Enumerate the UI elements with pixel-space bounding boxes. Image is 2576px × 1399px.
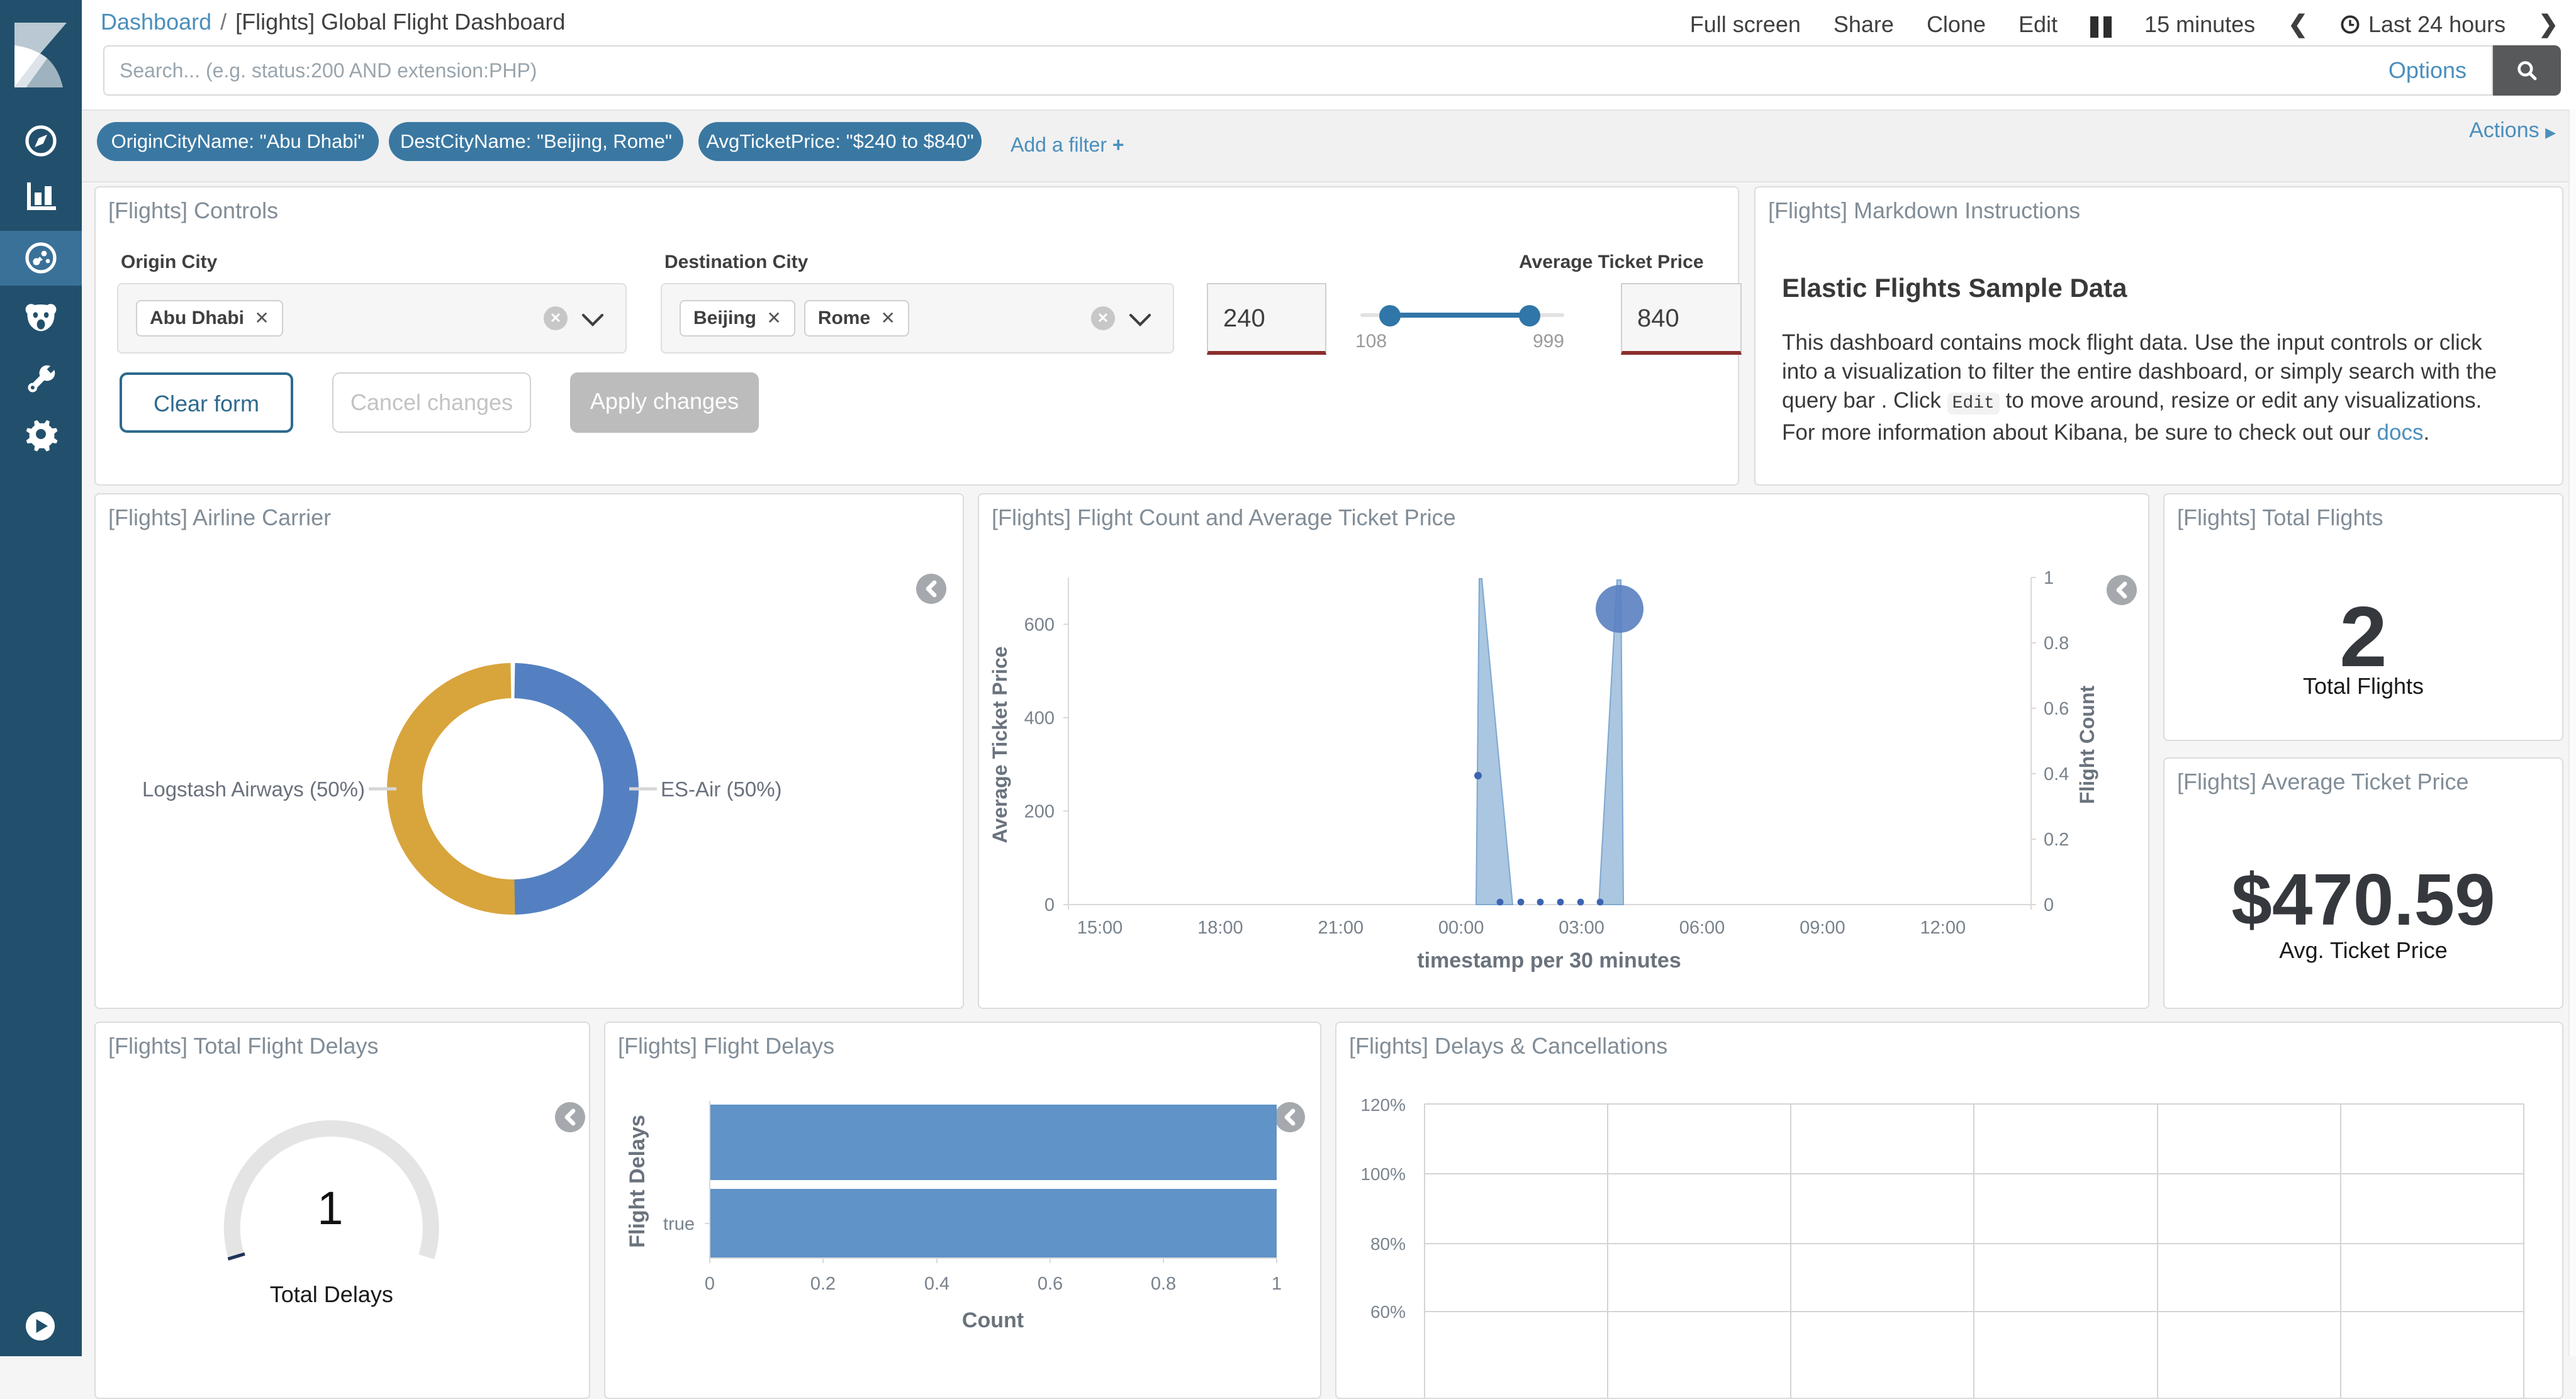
svg-text:0.8: 0.8 [2044, 633, 2069, 654]
svg-text:09:00: 09:00 [1800, 918, 1845, 938]
svg-text:0: 0 [1044, 895, 1055, 915]
svg-text:0.2: 0.2 [2044, 830, 2069, 850]
svg-text:timestamp per 30 minutes: timestamp per 30 minutes [1417, 949, 1681, 973]
svg-text:Flight Delays: Flight Delays [625, 1115, 649, 1248]
svg-text:200: 200 [1024, 801, 1055, 822]
svg-text:Total Delays: Total Delays [270, 1281, 393, 1307]
svg-text:Count: Count [962, 1308, 1024, 1332]
svg-text:1: 1 [317, 1182, 343, 1234]
svg-text:1: 1 [2044, 568, 2054, 588]
svg-text:18:00: 18:00 [1197, 918, 1243, 938]
svg-text:00:00: 00:00 [1438, 918, 1484, 938]
svg-text:0: 0 [705, 1274, 715, 1294]
svg-text:Average Ticket Price: Average Ticket Price [988, 646, 1011, 843]
svg-text:06:00: 06:00 [1679, 918, 1725, 938]
svg-text:0.2: 0.2 [810, 1274, 836, 1294]
svg-text:1: 1 [1272, 1274, 1282, 1294]
svg-text:120%: 120% [1360, 1095, 1406, 1115]
svg-text:600: 600 [1024, 615, 1055, 635]
svg-text:80%: 80% [1370, 1234, 1406, 1254]
svg-text:100%: 100% [1360, 1164, 1406, 1184]
svg-text:0.4: 0.4 [2044, 764, 2069, 784]
svg-text:60%: 60% [1370, 1302, 1406, 1322]
svg-text:12:00: 12:00 [1920, 918, 1966, 938]
svg-text:0: 0 [2044, 895, 2054, 915]
svg-text:0.4: 0.4 [924, 1274, 949, 1294]
svg-text:15:00: 15:00 [1077, 918, 1123, 938]
svg-text:Flight Count: Flight Count [2076, 685, 2098, 804]
svg-text:0.6: 0.6 [1038, 1274, 1063, 1294]
svg-text:03:00: 03:00 [1559, 918, 1604, 938]
svg-text:0.6: 0.6 [2044, 699, 2069, 719]
svg-text:21:00: 21:00 [1318, 918, 1364, 938]
svg-text:Logstash Airways (50%): Logstash Airways (50%) [142, 778, 365, 801]
svg-text:0.8: 0.8 [1151, 1274, 1176, 1294]
svg-text:true: true [663, 1214, 695, 1234]
svg-text:400: 400 [1024, 708, 1055, 728]
svg-text:ES-Air (50%): ES-Air (50%) [661, 778, 782, 801]
